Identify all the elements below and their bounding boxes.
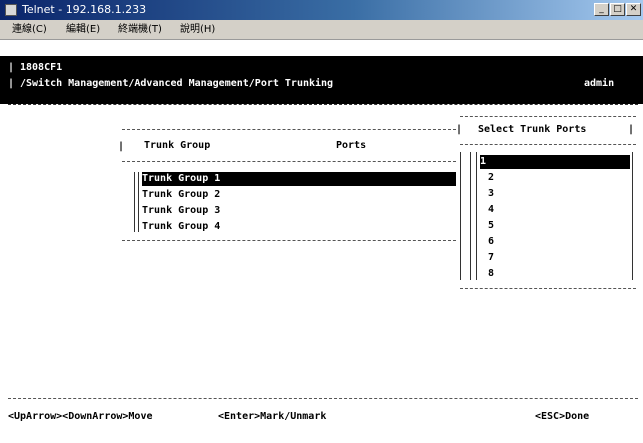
device-name: 1808CF1 <box>20 62 63 73</box>
port-item[interactable]: 8 <box>488 267 494 281</box>
port-item[interactable]: 5 <box>488 219 494 233</box>
telnet-app-icon <box>5 4 17 16</box>
breadcrumb-path: /Switch Management/Advanced Management/P… <box>20 78 334 89</box>
port-item[interactable]: 4 <box>488 203 494 217</box>
terminal-header: | 1808CF1 | /Switch Management/Advanced … <box>0 56 643 104</box>
panel-title: Select Trunk Ports <box>478 124 587 135</box>
col-header-ports: Ports <box>336 140 367 151</box>
port-item[interactable]: 2 <box>488 171 494 185</box>
menu-terminal[interactable]: 終端機(T) <box>118 22 162 38</box>
menu-edit[interactable]: 編輯(E) <box>66 22 100 38</box>
user-name: admin <box>584 78 615 89</box>
menu-bar: 連線(C) 編輯(E) 終端機(T) 說明(H) <box>0 20 643 40</box>
select-trunk-ports-panel: | Select Trunk Ports | 1 2 3 4 5 6 7 8 <box>456 112 638 292</box>
menu-connect[interactable]: 連線(C) <box>12 22 47 38</box>
footer-divider <box>8 398 638 399</box>
port-item[interactable]: 1 <box>480 155 630 169</box>
enter-hint: <Enter>Mark/Unmark <box>218 411 327 422</box>
window-title: Telnet - 192.168.1.233 <box>22 3 147 16</box>
window-titlebar[interactable]: Telnet - 192.168.1.233 _ □ ✕ <box>0 0 643 20</box>
menu-help[interactable]: 說明(H) <box>180 22 215 38</box>
port-item[interactable]: 3 <box>488 187 494 201</box>
col-header-trunk-group: Trunk Group <box>144 140 211 151</box>
header-divider <box>8 104 638 105</box>
minimize-icon[interactable]: _ <box>594 3 609 16</box>
port-item[interactable]: 7 <box>488 251 494 265</box>
maximize-icon[interactable]: □ <box>610 3 625 16</box>
table-row[interactable]: Trunk Group 3 <box>142 204 220 218</box>
close-icon[interactable]: ✕ <box>626 3 641 16</box>
table-row[interactable]: Trunk Group 2 <box>142 188 220 202</box>
port-item[interactable]: 6 <box>488 235 494 249</box>
esc-hint: <ESC>Done <box>535 411 590 422</box>
trunk-group-table: | Trunk Group Ports Trunk Group 1 Trunk … <box>118 124 456 244</box>
table-row[interactable]: Trunk Group 4 <box>142 220 220 234</box>
table-row[interactable]: Trunk Group 1 <box>142 172 456 186</box>
nav-hint: <UpArrow><DownArrow>Move <box>8 411 153 422</box>
